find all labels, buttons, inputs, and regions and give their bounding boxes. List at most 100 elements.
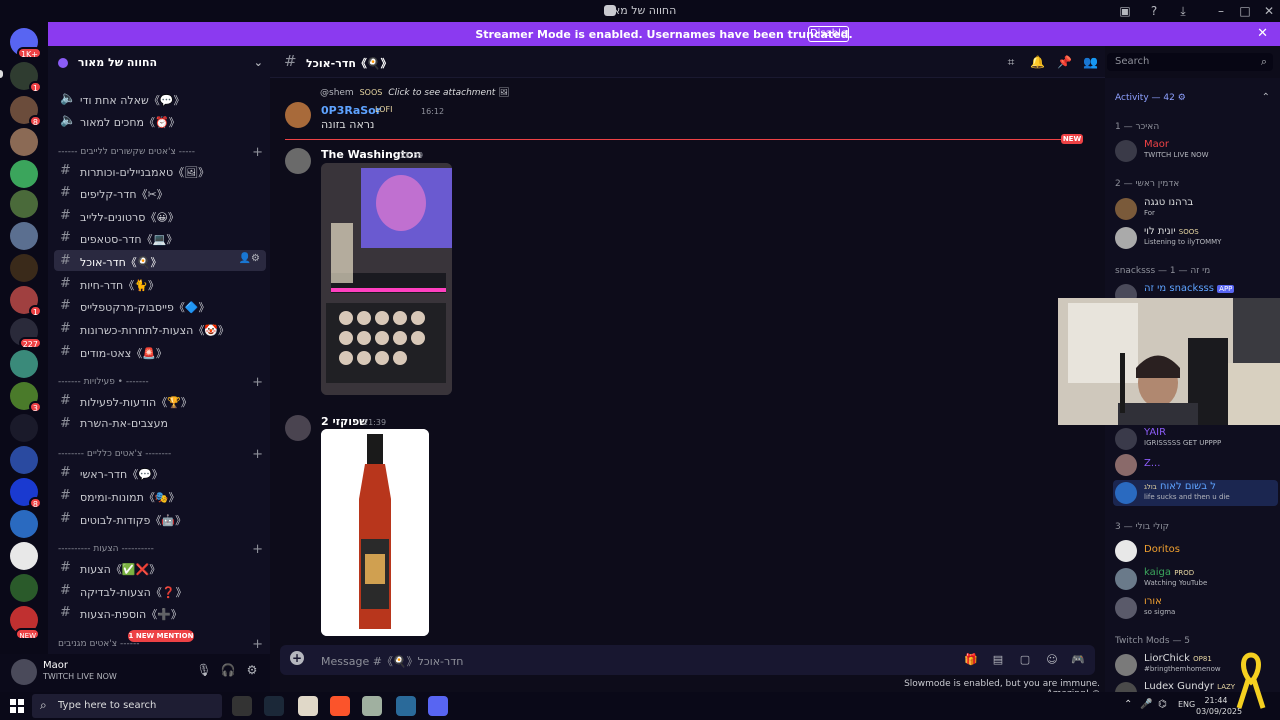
collapse-icon[interactable]: ⌃	[1262, 92, 1270, 103]
member-item[interactable]: אורו so sigma	[1113, 595, 1278, 621]
server-icon[interactable]	[10, 254, 38, 282]
channel-item[interactable]: 🔈 מחכים למאור《⏰》	[54, 110, 266, 131]
channel-item[interactable]: # חדר-חיות《🐈》	[54, 273, 266, 294]
server-icon[interactable]: 8	[10, 478, 42, 509]
image-attachment[interactable]	[321, 163, 452, 395]
channel-item[interactable]: # חדר-קליפים《✂》	[54, 182, 266, 203]
server-name-header[interactable]: החווה של מאור ⌄	[58, 56, 263, 70]
tray-chevron-icon[interactable]: ⌃	[1124, 699, 1136, 711]
channel-item-active[interactable]: # חדר-אוכל《🍳》 👤⚙	[54, 250, 266, 271]
banner-close-icon[interactable]: ✕	[1257, 26, 1268, 41]
network-icon[interactable]: ⌬	[1158, 699, 1170, 711]
bell-icon[interactable]: 🔔	[1030, 55, 1045, 69]
category-header[interactable]: ---------- הצעות ---------- +	[58, 542, 263, 558]
member-item[interactable]: Z...	[1113, 452, 1278, 478]
headphones-icon[interactable]: 🎧	[220, 663, 236, 679]
message-input[interactable]: Message #《🍳》חדר-אוכל	[321, 653, 463, 669]
channel-item[interactable]: # הצעות-לתחרות-כשרונות《🤡》	[54, 318, 266, 339]
channel-item[interactable]: 🔈 שאלה אחת ודי《💬》	[54, 88, 266, 109]
avatar[interactable]	[285, 148, 311, 174]
server-icon[interactable]	[10, 446, 38, 474]
minimize-button[interactable]: –	[1212, 2, 1230, 20]
member-item[interactable]: יונית לוי SOOS Listening to ilyTOMMY	[1113, 225, 1278, 251]
server-icon[interactable]	[10, 160, 38, 188]
channel-item[interactable]: # הוספת-הצעות《➕》	[54, 602, 266, 623]
member-item[interactable]: Maor TWITCH LIVE NOW	[1113, 138, 1278, 164]
threads-icon[interactable]: ⌗	[1004, 55, 1018, 69]
image-attachment[interactable]	[321, 429, 429, 636]
brave-icon[interactable]	[330, 696, 350, 716]
channel-item[interactable]: # הודעות-לפעילות《🏆》	[54, 390, 266, 411]
category-header[interactable]: -------- צ'אטים כלליים -------- +	[58, 447, 263, 463]
close-window-button[interactable]: ✕	[1260, 2, 1278, 20]
app-icon[interactable]	[396, 696, 416, 716]
channel-item[interactable]: # הצעות《✅❌》	[54, 557, 266, 578]
channel-item[interactable]: # הצעות-לבדיקה《❓》	[54, 580, 266, 601]
member-item[interactable]: Doritos	[1113, 538, 1278, 564]
member-item[interactable]: ברהנו טגגה For	[1113, 196, 1278, 222]
channel-item[interactable]: # צאט-מודים《🚨》	[54, 341, 266, 362]
channel-item[interactable]: # חדר-ראשי《💬》	[54, 462, 266, 483]
channel-item[interactable]: # חדר-סטאפים《💻》	[54, 227, 266, 248]
reply-preview[interactable]: @shem SOOS Click to see attachment 🖼	[320, 88, 510, 98]
add-channel-icon[interactable]: +	[252, 637, 263, 652]
search-input[interactable]: Search ⌕	[1107, 53, 1273, 71]
inbox-icon[interactable]: ▣	[1116, 2, 1134, 20]
sticker-icon[interactable]: ▢	[1018, 653, 1032, 667]
home-server-icon[interactable]: 1K+	[10, 28, 42, 59]
help-icon[interactable]: ?	[1145, 2, 1163, 20]
server-icon[interactable]	[10, 414, 38, 442]
avatar[interactable]	[285, 102, 311, 128]
clock[interactable]: 21:44 03/09/2025	[1196, 695, 1242, 717]
activity-header[interactable]: Activity — 42 ⚙	[1115, 93, 1186, 103]
server-icon[interactable]: 1	[10, 286, 42, 317]
gear-icon[interactable]: ⚙	[1178, 93, 1186, 103]
add-channel-icon[interactable]: +	[252, 542, 263, 557]
maximize-button[interactable]: □	[1236, 2, 1254, 20]
server-icon[interactable]: NEW	[10, 606, 40, 640]
gif-icon[interactable]: ▤	[991, 653, 1005, 667]
server-icon[interactable]	[10, 190, 38, 218]
category-header[interactable]: ------ צ'אטים שקשורים ללייבים ----- +	[58, 145, 263, 161]
steam-icon[interactable]	[264, 696, 284, 716]
server-icon[interactable]	[10, 222, 38, 250]
apps-icon[interactable]: 🎮	[1071, 653, 1085, 667]
server-icon[interactable]	[10, 574, 38, 602]
channel-item[interactable]: # סרטונים-ללייב《😀》	[54, 205, 266, 226]
avatar[interactable]	[285, 415, 311, 441]
channel-item[interactable]: # פייסבוק-מרקטפלייס《🔷》	[54, 295, 266, 316]
channel-item[interactable]: # פקודות-לבוטים《🤖》	[54, 508, 266, 529]
category-header[interactable]: ------- פעילויות • ------- +	[58, 375, 263, 391]
gift-icon[interactable]: 🎁	[964, 653, 978, 667]
disable-streamer-mode-button[interactable]: Disable	[808, 26, 849, 42]
add-channel-icon[interactable]: +	[252, 375, 263, 390]
add-channel-icon[interactable]: +	[252, 145, 263, 160]
microphone-icon[interactable]: 🎤	[1140, 699, 1152, 711]
server-icon[interactable]	[10, 128, 38, 156]
channel-item[interactable]: # טאמבניילים-וכותרות《🖼》	[54, 160, 266, 181]
message-composer[interactable]: + Message #《🍳》חדר-אוכל 🎁 ▤ ▢ ☺ 🎮	[280, 645, 1095, 675]
server-icon[interactable]: 8	[10, 96, 42, 127]
add-channel-icon[interactable]: +	[252, 447, 263, 462]
member-item[interactable]: ל בשום לאוח בולג life sucks and then u d…	[1113, 480, 1278, 506]
notepad-icon[interactable]	[298, 696, 318, 716]
channel-item[interactable]: # מעצבים-את-השרת	[54, 413, 266, 434]
server-icon[interactable]: 1	[10, 62, 42, 93]
obs-icon[interactable]	[232, 696, 252, 716]
member-list-icon[interactable]: 👥	[1083, 55, 1098, 69]
pin-icon[interactable]: 📌	[1057, 55, 1072, 69]
member-item[interactable]: kaiga PROD Watching YouTube	[1113, 566, 1278, 592]
taskbar-search-input[interactable]: ⌕ Type here to search	[32, 694, 222, 718]
message-author[interactable]: שפוקזי 2	[321, 415, 368, 428]
discord-icon[interactable]	[428, 696, 448, 716]
member-item[interactable]: YAIR IGRISSSSS GET UPPPP	[1113, 426, 1278, 452]
language-indicator[interactable]: ENG	[1178, 700, 1195, 709]
gear-icon[interactable]: ⚙	[244, 663, 260, 679]
server-icon[interactable]	[10, 350, 38, 378]
app-icon[interactable]	[362, 696, 382, 716]
server-icon[interactable]: 3	[10, 382, 42, 413]
microphone-icon[interactable]: 🎙	[196, 663, 212, 679]
server-icon[interactable]	[10, 510, 38, 538]
emoji-icon[interactable]: ☺	[1045, 653, 1059, 667]
server-icon[interactable]: 227	[10, 318, 42, 349]
